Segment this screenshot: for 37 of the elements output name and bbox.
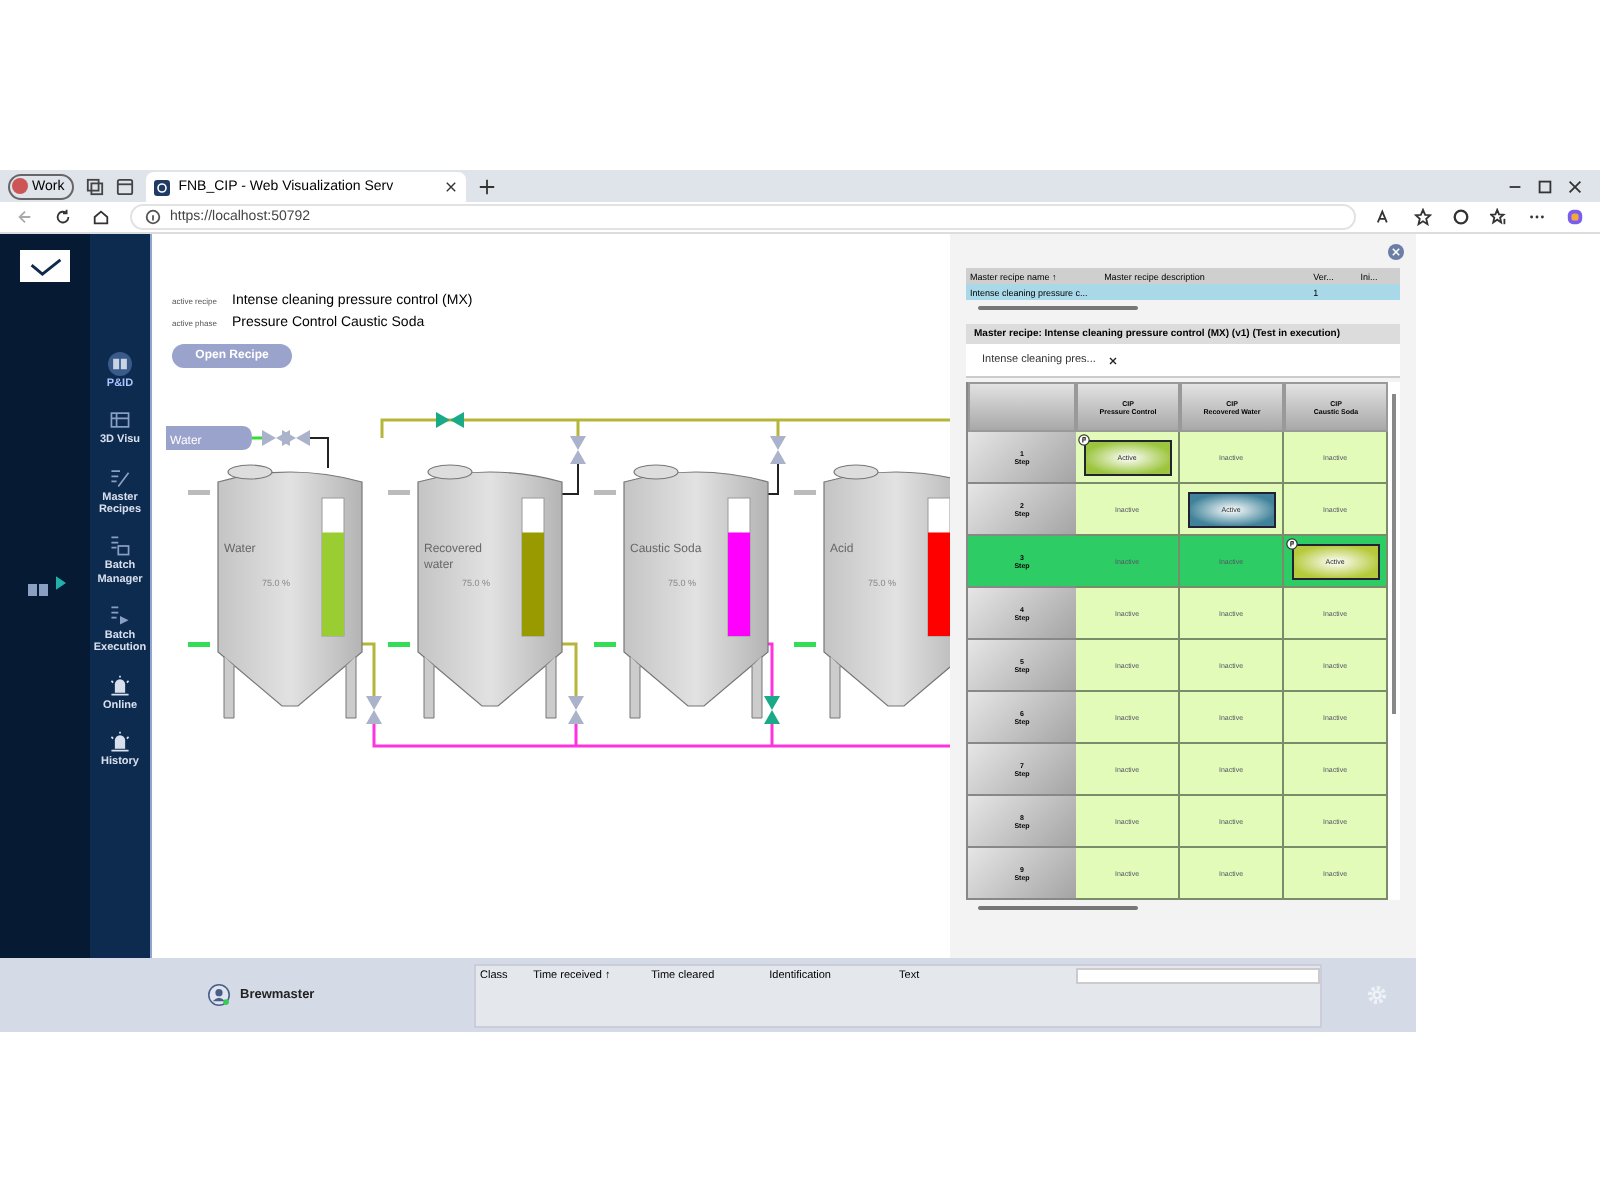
check-icon [27, 255, 63, 277]
sensor-marker [388, 642, 410, 647]
header-cell [968, 382, 1076, 432]
sensor-marker [188, 642, 210, 647]
sensor-marker [594, 642, 616, 647]
star-icon[interactable] [1414, 208, 1432, 226]
sensor-marker [188, 490, 210, 495]
sensor-marker [594, 490, 616, 495]
book-icon[interactable] [25, 582, 49, 598]
close-icon[interactable] [1566, 177, 1584, 195]
app-icon [154, 179, 171, 195]
alarm-icon [108, 673, 132, 697]
maximize-icon[interactable] [1536, 177, 1554, 195]
avatar-icon [12, 178, 28, 194]
tab-actions-icon[interactable] [116, 177, 135, 195]
refresh-icon[interactable] [54, 208, 72, 226]
list-icon [108, 534, 132, 559]
copilot-icon[interactable] [1566, 208, 1584, 226]
book-icon [108, 352, 132, 376]
workspaces-icon[interactable] [86, 177, 105, 195]
home-icon[interactable] [92, 208, 110, 226]
expand-arrow-icon[interactable] [55, 575, 65, 589]
favorites-icon[interactable] [1490, 208, 1508, 226]
close-icon[interactable] [1107, 355, 1118, 365]
new-tab-icon[interactable] [478, 177, 497, 195]
alarm-icon [108, 729, 132, 754]
filter-field[interactable] [1076, 967, 1320, 983]
play-icon [108, 603, 132, 628]
sensor-marker [388, 490, 410, 495]
sensor-marker [794, 642, 816, 647]
sensor-marker [794, 490, 816, 495]
extension-icon[interactable] [1452, 208, 1470, 226]
cube-icon [108, 408, 132, 433]
close-icon[interactable] [444, 180, 459, 194]
edit-icon [108, 465, 132, 490]
info-icon[interactable] [144, 208, 162, 226]
user-icon [208, 984, 230, 1006]
